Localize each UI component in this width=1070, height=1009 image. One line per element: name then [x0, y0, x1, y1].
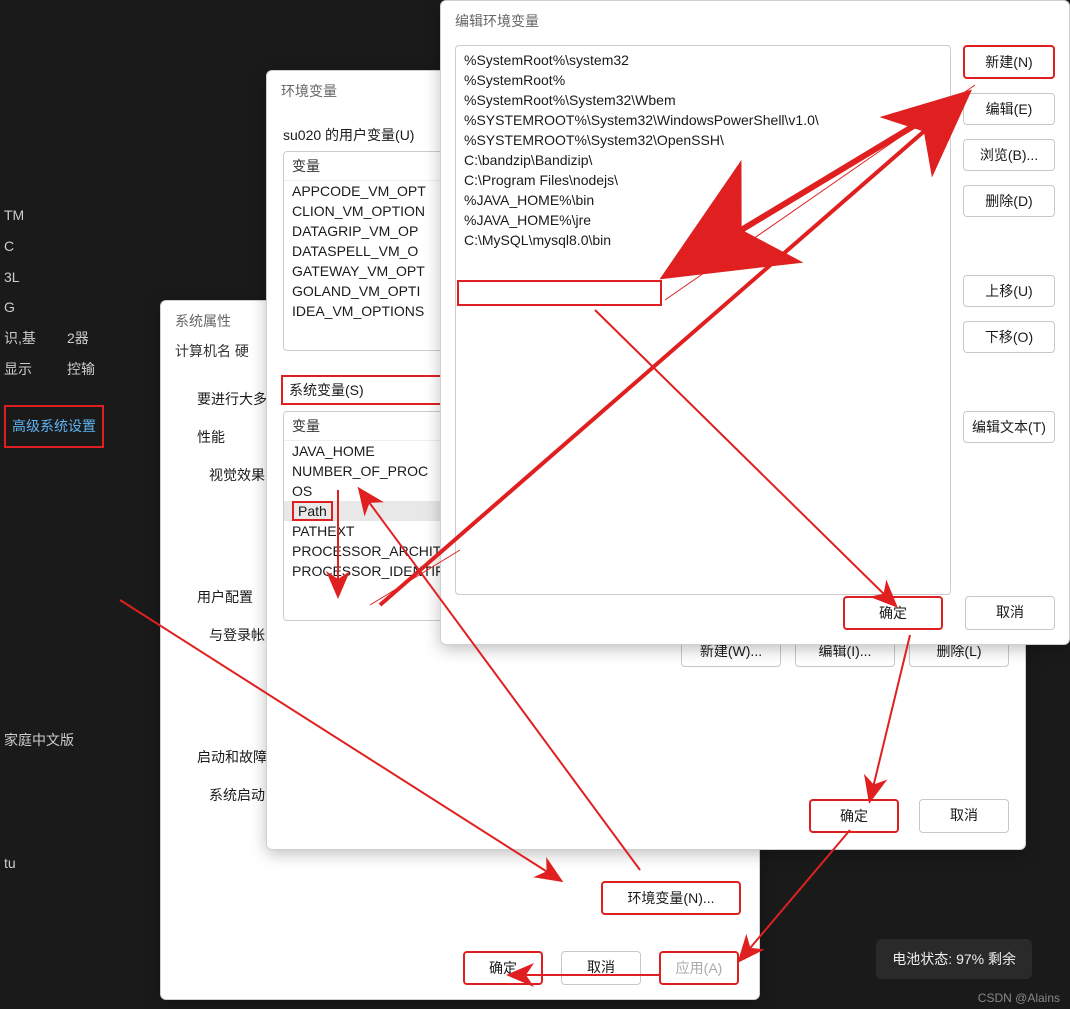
sys-row: TM: [4, 200, 170, 231]
browse-button[interactable]: 浏览(B)...: [963, 139, 1055, 171]
path-row[interactable]: %SystemRoot%\system32: [456, 50, 950, 70]
new-button[interactable]: 新建(N): [963, 45, 1055, 79]
path-row[interactable]: %JAVA_HOME%\jre: [456, 210, 950, 230]
path-row[interactable]: %SystemRoot%\System32\Wbem: [456, 90, 950, 110]
dialog-title: 编辑环境变量: [441, 1, 1069, 35]
battery-status-toast: 电池状态: 97% 剩余: [876, 939, 1032, 979]
edit-text-button[interactable]: 编辑文本(T): [963, 411, 1055, 443]
ok-button[interactable]: 确定: [809, 799, 899, 833]
ok-button[interactable]: 确定: [463, 951, 543, 985]
sys-row: 3L: [4, 262, 170, 293]
path-row[interactable]: C:\MySQL\mysql8.0\bin: [456, 230, 950, 250]
edit-env-variable-dialog: 编辑环境变量 %SystemRoot%\system32 %SystemRoot…: [440, 0, 1070, 645]
edit-button[interactable]: 编辑(E): [963, 93, 1055, 125]
cancel-button[interactable]: 取消: [561, 951, 641, 985]
delete-button[interactable]: 删除(D): [963, 185, 1055, 217]
apply-button[interactable]: 应用(A): [659, 951, 739, 985]
path-row[interactable]: C:\bandzip\Bandizip\: [456, 150, 950, 170]
environment-variables-button[interactable]: 环境变量(N)...: [601, 881, 741, 915]
advanced-system-settings-link[interactable]: 高级系统设置: [4, 405, 104, 448]
path-row[interactable]: %SYSTEMROOT%\System32\OpenSSH\: [456, 130, 950, 150]
sys-row: C: [4, 231, 170, 262]
obscured-text: tu: [4, 855, 16, 871]
path-row[interactable]: C:\Program Files\nodejs\: [456, 170, 950, 190]
path-values-list[interactable]: %SystemRoot%\system32 %SystemRoot% %Syst…: [455, 45, 951, 595]
system-info-panel: TM C 3L G 识,基 2器 显示 控输 高级系统设置: [0, 200, 170, 448]
path-row[interactable]: %SystemRoot%: [456, 70, 950, 90]
watermark: CSDN @Alains: [978, 991, 1060, 1005]
ok-button[interactable]: 确定: [843, 596, 943, 630]
move-up-button[interactable]: 上移(U): [963, 275, 1055, 307]
path-row[interactable]: %SYSTEMROOT%\System32\WindowsPowerShell\…: [456, 110, 950, 130]
windows-edition-label: 家庭中文版: [4, 730, 74, 750]
move-down-button[interactable]: 下移(O): [963, 321, 1055, 353]
cancel-button[interactable]: 取消: [919, 799, 1009, 833]
sys-row: G: [4, 292, 170, 323]
sys-row: 识,基 2器: [4, 323, 170, 354]
cancel-button[interactable]: 取消: [965, 596, 1055, 630]
path-row[interactable]: %JAVA_HOME%\bin: [456, 190, 950, 210]
sys-row: 显示 控输: [4, 354, 170, 385]
